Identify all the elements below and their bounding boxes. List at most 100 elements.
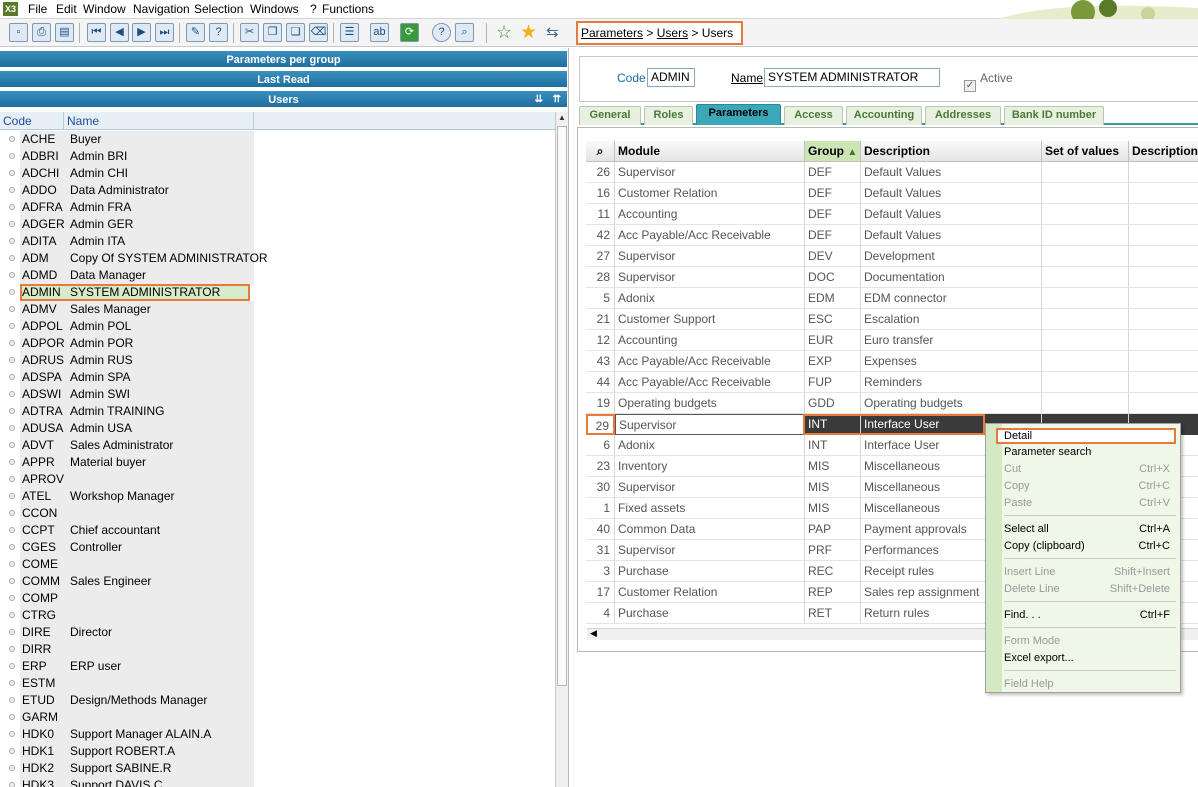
group-cell[interactable]: EXP [805, 351, 861, 372]
table-row[interactable]: 28 Supervisor DOC Documentation [579, 267, 1198, 288]
menu-navigation[interactable]: Navigation [133, 2, 190, 16]
module-cell[interactable]: Supervisor [615, 162, 805, 183]
context-menu-item[interactable]: Excel export... [1004, 650, 1178, 666]
module-cell[interactable]: Operating budgets [615, 393, 805, 414]
paste-icon[interactable]: ❏ [286, 23, 305, 42]
description-cell[interactable]: Default Values [861, 204, 1042, 225]
list-item[interactable]: ETUD Design/Methods Manager [0, 692, 555, 709]
tab-general[interactable]: General [579, 106, 641, 125]
column-header-group[interactable]: Group ▲ [805, 141, 861, 162]
list-item[interactable]: DIRE Director [0, 624, 555, 641]
list-item[interactable]: ADITA Admin ITA [0, 233, 555, 250]
group-cell[interactable]: INT [805, 435, 861, 456]
list-item[interactable]: ADMV Sales Manager [0, 301, 555, 318]
description-2-cell[interactable] [1129, 330, 1198, 351]
refresh-icon[interactable]: ⟳ [400, 23, 419, 42]
module-cell[interactable]: Customer Support [615, 309, 805, 330]
description-2-cell[interactable] [1129, 183, 1198, 204]
module-cell[interactable]: Supervisor [615, 414, 805, 435]
section-last-read[interactable]: Last Read [0, 71, 567, 89]
tab-addresses[interactable]: Addresses [925, 106, 1001, 125]
description-2-cell[interactable] [1129, 351, 1198, 372]
menu-windows[interactable]: Windows [250, 2, 299, 16]
description-2-cell[interactable] [1129, 267, 1198, 288]
section-users[interactable]: Users ⇊ ⇈ [0, 91, 567, 109]
context-menu-item[interactable]: Copy Ctrl+C [1004, 478, 1178, 494]
list-item[interactable]: ADFRA Admin FRA [0, 199, 555, 216]
set-of-values-cell[interactable] [1042, 372, 1129, 393]
text-field-icon[interactable]: ab [370, 23, 389, 42]
list-item[interactable]: HDK2 Support SABINE.R [0, 760, 555, 777]
module-cell[interactable]: Inventory [615, 456, 805, 477]
module-cell[interactable]: Adonix [615, 288, 805, 309]
list-item[interactable]: HDK0 Support Manager ALAIN.A [0, 726, 555, 743]
context-menu-item[interactable]: Copy (clipboard) Ctrl+C [1004, 538, 1178, 554]
grid-zoom-icon[interactable]: ⌕ [586, 141, 615, 162]
description-2-cell[interactable] [1129, 225, 1198, 246]
print-icon[interactable]: ⎙ [32, 23, 51, 42]
module-cell[interactable]: Common Data [615, 519, 805, 540]
group-cell[interactable]: MIS [805, 477, 861, 498]
description-cell[interactable]: Escalation [861, 309, 1042, 330]
set-of-values-cell[interactable] [1042, 204, 1129, 225]
set-of-values-cell[interactable] [1042, 309, 1129, 330]
group-cell[interactable]: EUR [805, 330, 861, 351]
list-item[interactable]: ATEL Workshop Manager [0, 488, 555, 505]
module-cell[interactable]: Accounting [615, 330, 805, 351]
scrollbar-thumb[interactable] [557, 126, 567, 686]
table-row[interactable]: 19 Operating budgets GDD Operating budgets [579, 393, 1198, 414]
description-cell[interactable]: Reminders [861, 372, 1042, 393]
description-cell[interactable]: Euro transfer [861, 330, 1042, 351]
code-field[interactable]: ADMIN [647, 68, 695, 87]
column-header-code[interactable]: Code [0, 112, 64, 130]
table-row[interactable]: 11 Accounting DEF Default Values [579, 204, 1198, 225]
clear-icon[interactable]: ⌫ [309, 23, 328, 42]
favorite-add-icon[interactable]: ☆ [496, 22, 512, 43]
description-2-cell[interactable] [1129, 288, 1198, 309]
favorites-star-icon[interactable]: ★ [520, 21, 537, 44]
description-2-cell[interactable] [1129, 162, 1198, 183]
name-field[interactable]: SYSTEM ADMINISTRATOR [764, 68, 940, 87]
menu-selection[interactable]: Selection [194, 2, 243, 16]
set-of-values-cell[interactable] [1042, 351, 1129, 372]
context-menu-item[interactable]: Form Mode [1004, 633, 1178, 649]
list-item[interactable]: ADMIN SYSTEM ADMINISTRATOR [0, 284, 555, 301]
list-item[interactable]: ADSPA Admin SPA [0, 369, 555, 386]
table-row[interactable]: 43 Acc Payable/Acc Receivable EXP Expenses [579, 351, 1198, 372]
description-cell[interactable]: Documentation [861, 267, 1042, 288]
list-item[interactable]: COME [0, 556, 555, 573]
list-item[interactable]: ADBRI Admin BRI [0, 148, 555, 165]
search-icon[interactable]: ⌕ [455, 23, 474, 42]
list-item[interactable]: ADUSA Admin USA [0, 420, 555, 437]
table-row[interactable]: 16 Customer Relation DEF Default Values [579, 183, 1198, 204]
next-record-icon[interactable]: ▶ [132, 23, 151, 42]
module-cell[interactable]: Customer Relation [615, 183, 805, 204]
menu-file[interactable]: File [28, 2, 47, 16]
context-menu-item[interactable]: Select all Ctrl+A [1004, 521, 1178, 537]
set-of-values-cell[interactable] [1042, 393, 1129, 414]
list-item[interactable]: COMP [0, 590, 555, 607]
tab-access[interactable]: Access [784, 106, 843, 125]
table-row[interactable]: 26 Supervisor DEF Default Values [579, 162, 1198, 183]
module-cell[interactable]: Fixed assets [615, 498, 805, 519]
list-item[interactable]: CTRG [0, 607, 555, 624]
module-cell[interactable]: Acc Payable/Acc Receivable [615, 372, 805, 393]
column-header-description[interactable]: Description [861, 141, 1042, 162]
last-record-icon[interactable]: ⏭ [155, 23, 174, 42]
column-header-name[interactable]: Name [64, 112, 254, 130]
table-row[interactable]: 5 Adonix EDM EDM connector [579, 288, 1198, 309]
column-header-description-2[interactable]: Description [1129, 141, 1198, 162]
context-menu-item[interactable]: Find. . . Ctrl+F [1004, 607, 1178, 623]
tab-accounting[interactable]: Accounting [846, 106, 922, 125]
module-cell[interactable]: Customer Relation [615, 582, 805, 603]
group-cell[interactable]: ESC [805, 309, 861, 330]
description-2-cell[interactable] [1129, 246, 1198, 267]
group-cell[interactable]: DEF [805, 225, 861, 246]
table-row[interactable]: 44 Acc Payable/Acc Receivable FUP Reminders [579, 372, 1198, 393]
export-icon[interactable]: ▤ [55, 23, 74, 42]
description-cell[interactable]: Development [861, 246, 1042, 267]
description-cell[interactable]: Default Values [861, 162, 1042, 183]
context-menu-item[interactable]: Field Help [1004, 676, 1178, 692]
group-cell[interactable]: DOC [805, 267, 861, 288]
collapse-icon[interactable]: ⇈ [553, 91, 561, 109]
